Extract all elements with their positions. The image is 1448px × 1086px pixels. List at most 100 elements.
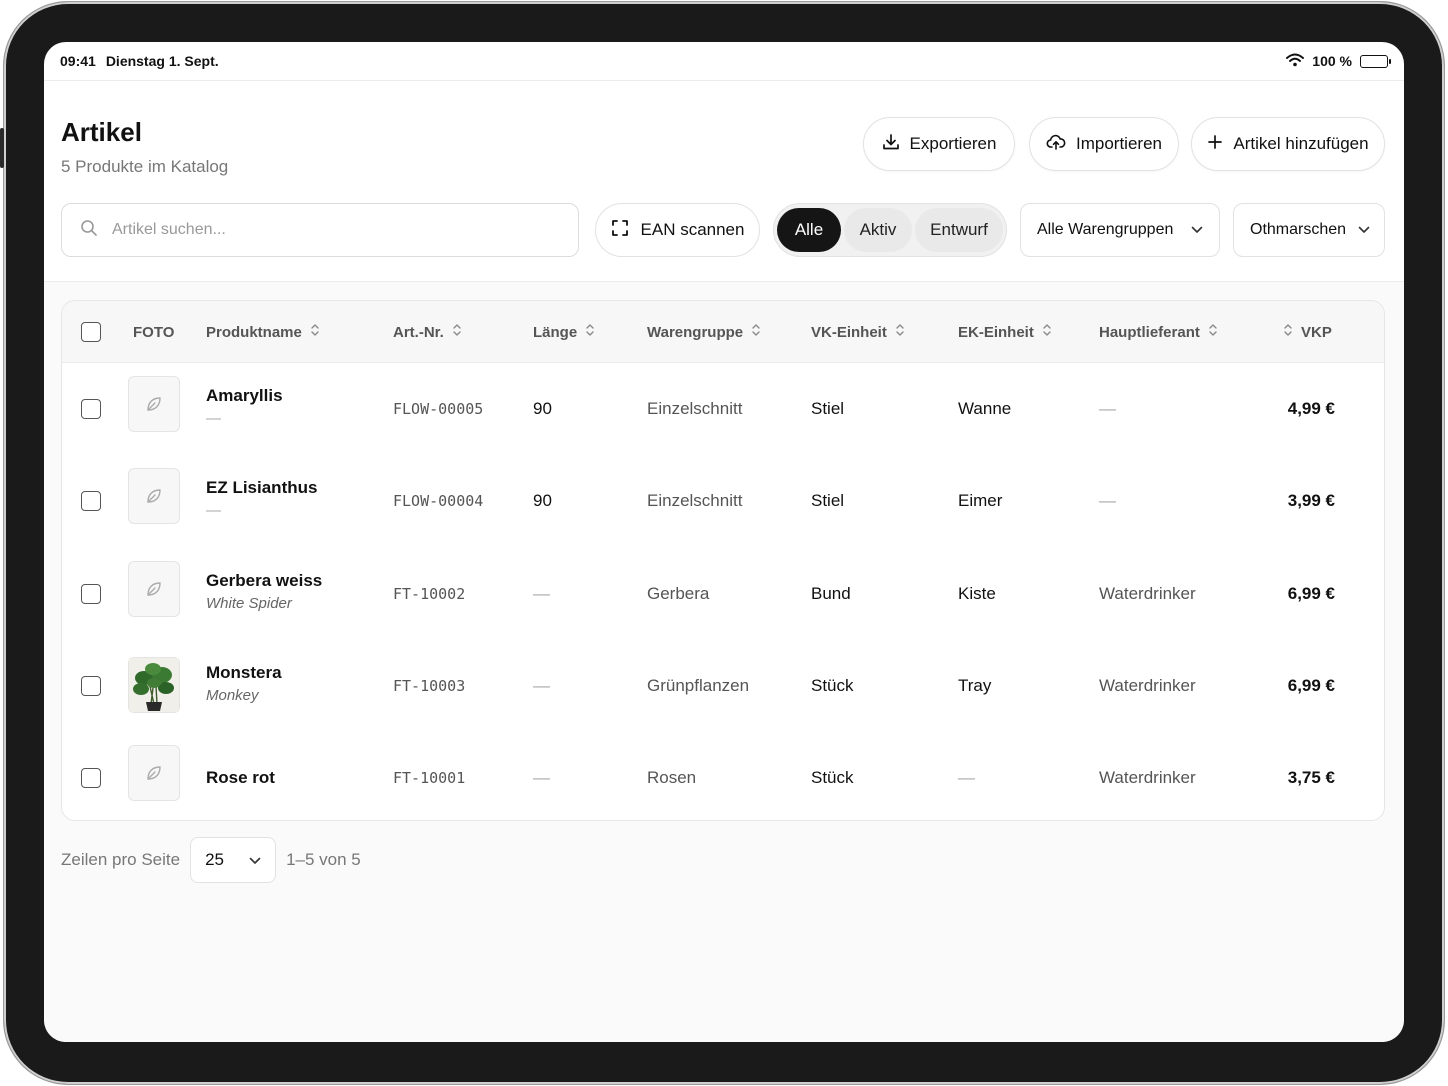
table-row[interactable]: Monstera Monkey FT-10003 — Grünpflanzen Stück… [62,640,1384,732]
ean-scan-label: EAN scannen [640,220,745,239]
product-variant: — [206,501,221,519]
page-subtitle: 5 Produkte im Katalog [61,157,229,176]
sale-price: 4,99 € [1287,399,1335,418]
page-header: Artikel 5 Produkte im Katalog Exportiere… [44,80,1404,282]
table-row[interactable]: EZ Lisianthus — FLOW-00004 90 Einzelschnitt S… [62,455,1384,547]
row-checkbox[interactable] [81,676,101,696]
vk-unit: Stück [811,676,854,695]
group-dropdown-value: Alle Warengruppen [1037,221,1174,238]
table-row[interactable]: Amaryllis — FLOW-00005 90 Einzelschnitt Stiel… [62,363,1384,455]
rows-per-page-value: 25 [205,850,224,869]
column-length[interactable]: Länge [533,301,595,363]
sale-price: 6,99 € [1287,676,1335,695]
filter-all[interactable]: Alle [777,208,841,252]
pagination-range: 1–5 von 5 [286,850,361,869]
add-article-label: Artikel hinzufügen [1233,134,1369,153]
product-variant: White Spider [206,594,292,612]
status-filter: Alle Aktiv Entwurf [773,203,1007,257]
sale-price: 3,75 € [1287,768,1335,787]
search-icon [80,219,98,242]
sale-price: 3,99 € [1287,491,1335,510]
main-supplier: Waterdrinker [1099,768,1196,787]
pagination: Zeilen pro Seite 25 1–5 von 5 [61,837,361,883]
wifi-icon [1286,53,1305,70]
sort-icon [452,323,462,341]
location-dropdown[interactable]: Othmarschen [1233,203,1385,257]
leaf-placeholder-icon[interactable] [128,468,180,524]
location-dropdown-value: Othmarschen [1250,221,1347,238]
select-all-checkbox[interactable] [81,322,101,342]
ek-unit: Eimer [958,491,1003,510]
article-number: FT-10002 [393,585,466,603]
length-value: — [533,768,550,787]
ek-unit: Tray [958,676,992,695]
search-input[interactable]: Artikel suchen... [61,203,579,257]
product-name[interactable]: Gerbera weiss [206,571,322,591]
chevron-down-icon [1358,221,1370,239]
ek-unit: Wanne [958,399,1012,418]
leaf-placeholder-icon[interactable] [128,376,180,432]
column-art[interactable]: Art.-Nr. [393,301,462,363]
article-number: FT-10001 [393,769,466,787]
table-row[interactable]: Gerbera weiss White Spider FT-10002 — Gerber… [62,548,1384,640]
column-name[interactable]: Produktname [206,301,320,363]
filter-draft[interactable]: Entwurf [915,208,1003,252]
product-name[interactable]: Amaryllis [206,386,283,406]
chevron-down-icon [1191,221,1203,239]
ean-scan-button[interactable]: EAN scannen [595,203,760,257]
article-table: FOTO Produktname Art.-Nr. Länge Warengru… [61,300,1385,821]
group-dropdown[interactable]: Alle Warengruppen [1020,203,1220,257]
leaf-placeholder-icon[interactable] [128,745,180,801]
table-row[interactable]: Rose rot FT-10001 — Rosen Stück — Waterdrinker… [62,732,1384,820]
monstera-plant-photo[interactable] [128,657,180,713]
battery-percent: 100 % [1312,53,1352,69]
ek-unit: — [958,768,975,787]
row-checkbox[interactable] [81,491,101,511]
main-supplier: Waterdrinker [1099,584,1196,603]
product-name[interactable]: EZ Lisianthus [206,478,317,498]
plus-icon [1207,134,1223,155]
row-checkbox[interactable] [81,768,101,788]
product-variant: Monkey [206,686,259,704]
leaf-placeholder-icon[interactable] [128,561,180,617]
main-supplier: — [1099,491,1116,510]
page-title: Artikel [61,117,142,147]
article-number: FLOW-00005 [393,400,484,418]
product-name[interactable]: Monstera [206,663,282,683]
column-vk[interactable]: VK-Einheit [811,301,905,363]
column-ek[interactable]: EK-Einheit [958,301,1052,363]
sale-price: 6,99 € [1287,584,1335,603]
download-icon [882,133,900,156]
product-variant: — [206,409,221,427]
ek-unit: Kiste [958,584,996,603]
chevron-down-icon [249,850,261,870]
export-label: Exportieren [909,134,997,153]
vk-unit: Stiel [811,399,845,418]
column-group[interactable]: Warengruppe [647,301,761,363]
length-value: — [533,676,550,695]
column-price[interactable]: VKP [1283,301,1332,363]
vk-unit: Stiel [811,491,845,510]
device-side-button [0,128,4,168]
filter-active[interactable]: Aktiv [844,208,912,252]
length-value: 90 [533,399,552,418]
row-checkbox[interactable] [81,399,101,419]
battery-icon [1360,54,1391,68]
column-supplier[interactable]: Hauptlieferant [1099,301,1218,363]
rows-per-page-select[interactable]: 25 [190,837,277,883]
article-number: FT-10003 [393,677,466,695]
row-checkbox[interactable] [81,584,101,604]
add-article-button[interactable]: Artikel hinzufügen [1191,117,1385,171]
content-area: FOTO Produktname Art.-Nr. Länge Warengru… [44,282,1404,1042]
main-supplier: Waterdrinker [1099,676,1196,695]
product-group: Einzelschnitt [647,491,743,510]
sort-icon [310,323,320,341]
main-supplier: — [1099,399,1116,418]
product-group: Einzelschnitt [647,399,743,418]
export-button[interactable]: Exportieren [863,117,1015,171]
import-button[interactable]: Importieren [1029,117,1179,171]
length-value: — [533,584,550,603]
status-time: 09:41 [60,53,96,69]
product-name[interactable]: Rose rot [206,768,275,788]
import-label: Importieren [1076,134,1162,153]
